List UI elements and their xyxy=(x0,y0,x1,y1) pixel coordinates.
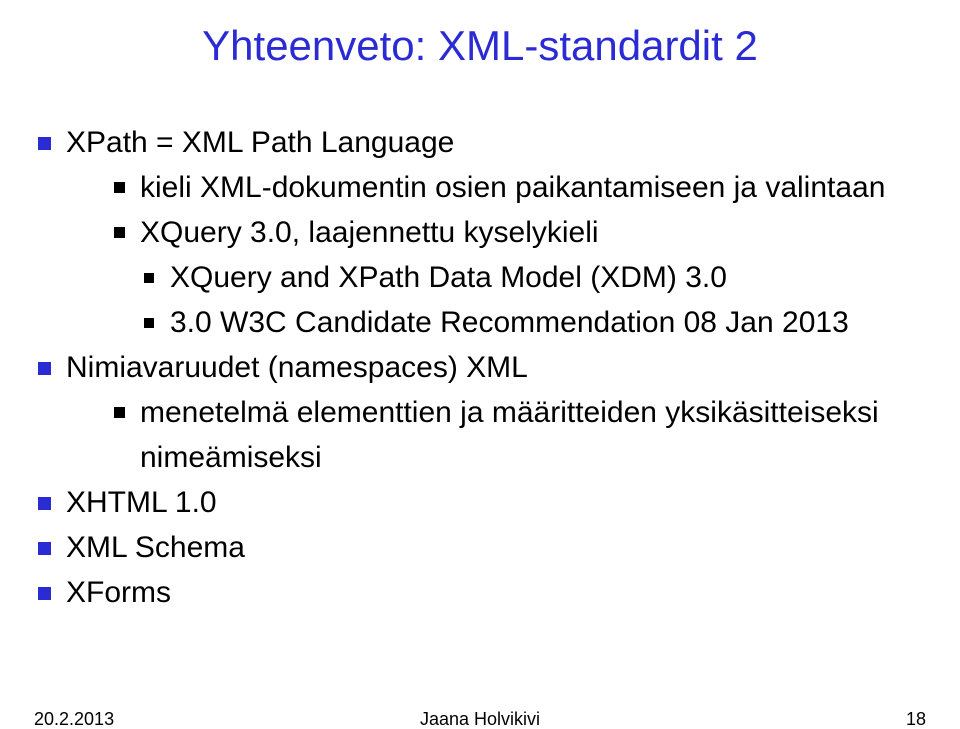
bullet-text: kieli XML-dokumentin osien paikantamisee… xyxy=(140,171,885,204)
footer-page: 18 xyxy=(906,709,926,729)
bullet-xdm: XQuery and XPath Data Model (XDM) 3.0 xyxy=(140,255,920,300)
bullet-w3c: 3.0 W3C Candidate Recommendation 08 Jan … xyxy=(140,300,920,345)
bullet-xhtml: XHTML 1.0 xyxy=(34,480,920,525)
bullet-text: XForms xyxy=(66,576,171,609)
bullet-text: XQuery 3.0, laajennettu kyselykieli xyxy=(140,216,599,249)
bullet-xquery: XQuery 3.0, laajennettu kyselykieli XQue… xyxy=(108,210,920,345)
footer-author: Jaana Holvikivi xyxy=(34,709,926,729)
bullet-text: XQuery and XPath Data Model (XDM) 3.0 xyxy=(170,261,727,294)
bullet-xforms: XForms xyxy=(34,570,920,615)
bullet-xpath: XPath = XML Path Language kieli XML-doku… xyxy=(34,120,920,345)
slide-body: XPath = XML Path Language kieli XML-doku… xyxy=(34,120,920,615)
bullet-text: menetelmä elementtien ja määritteiden yk… xyxy=(140,396,879,474)
bullet-text: XML Schema xyxy=(66,531,245,564)
bullet-text: XHTML 1.0 xyxy=(66,486,217,519)
bullet-text: 3.0 W3C Candidate Recommendation 08 Jan … xyxy=(170,306,849,339)
bullet-xpath-desc: kieli XML-dokumentin osien paikantamisee… xyxy=(108,165,920,210)
bullet-text: Nimiavaruudet (namespaces) XML xyxy=(66,351,528,384)
bullet-text: XPath = XML Path Language xyxy=(66,126,454,159)
bullet-namespaces: Nimiavaruudet (namespaces) XML menetelmä… xyxy=(34,345,920,480)
bullet-namespaces-desc: menetelmä elementtien ja määritteiden yk… xyxy=(108,390,920,480)
slide: Yhteenveto: XML-standardit 2 XPath = XML… xyxy=(0,0,960,729)
slide-title: Yhteenveto: XML-standardit 2 xyxy=(0,22,960,70)
bullet-xmlschema: XML Schema xyxy=(34,525,920,570)
